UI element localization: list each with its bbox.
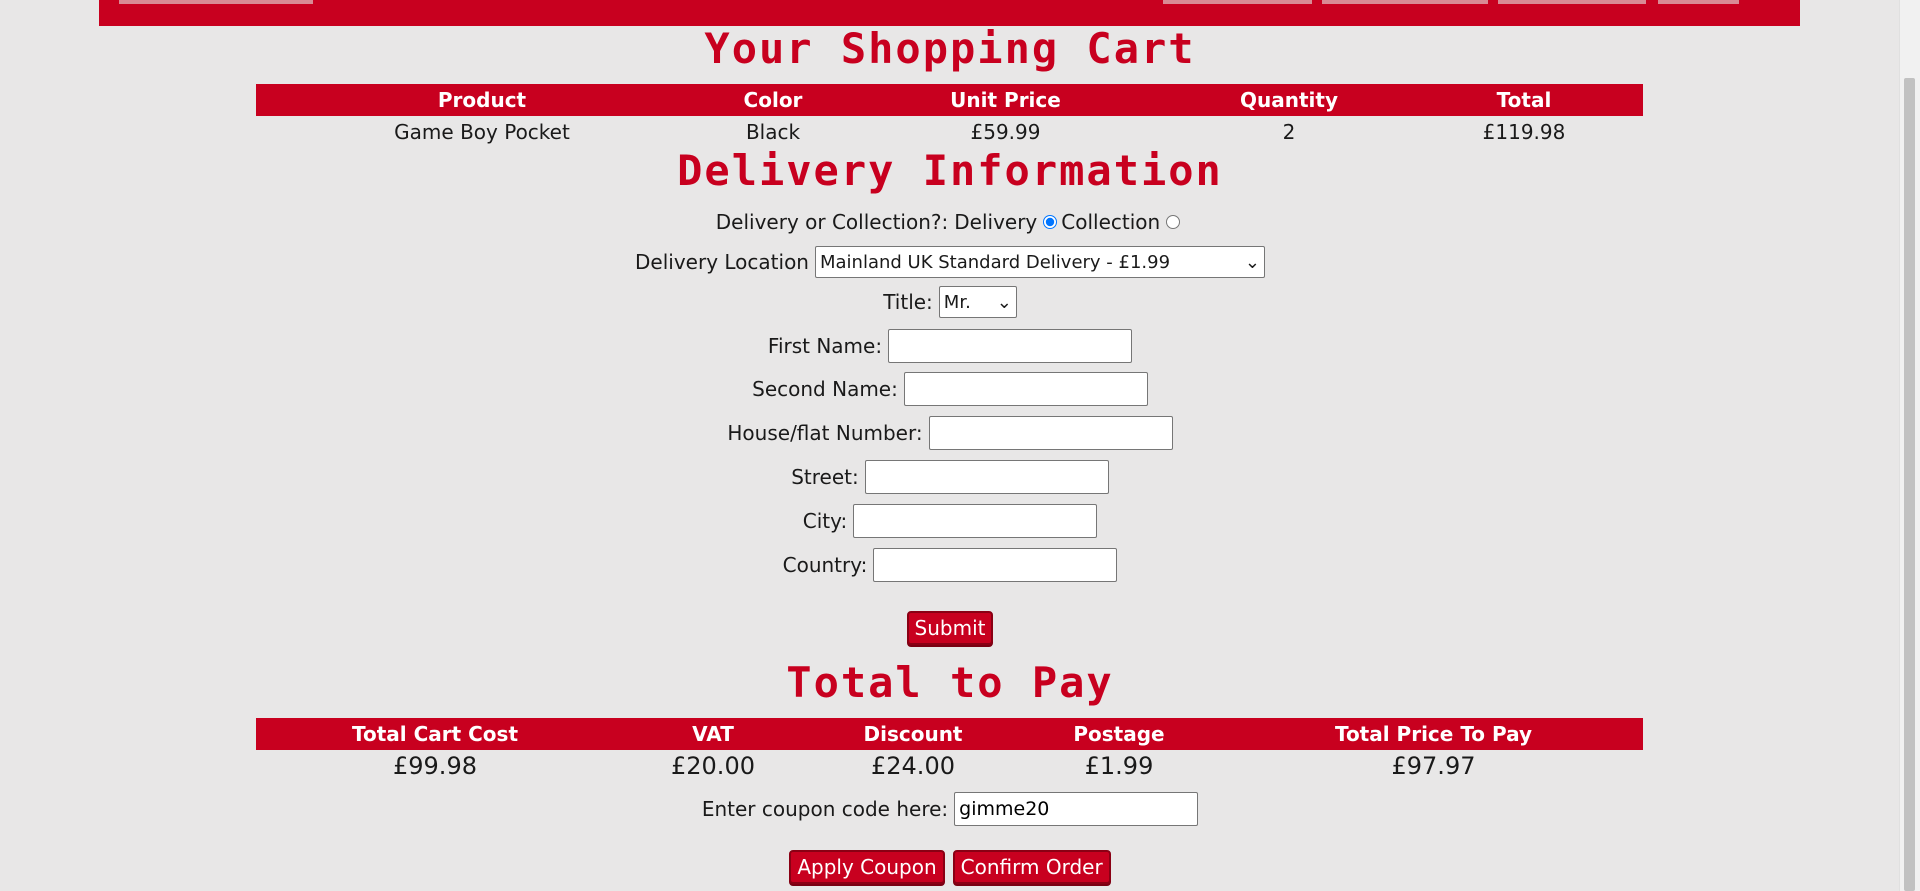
delivery-location-select[interactable]: Mainland UK Standard Delivery - £1.99 ⌄ <box>814 246 1265 278</box>
table-row: Game Boy Pocket Black £59.99 2 £119.98 <box>256 116 1643 148</box>
house-number-label: House/flat Number: <box>727 421 923 445</box>
cart-header-row: Product Color Unit Price Quantity Total <box>256 84 1643 116</box>
cart-cell-unit-price: £59.99 <box>970 120 1041 144</box>
submit-button[interactable]: Submit <box>906 611 994 645</box>
cart-table: Product Color Unit Price Quantity Total … <box>256 84 1643 148</box>
delivery-location-value: Mainland UK Standard Delivery - £1.99 <box>819 251 1171 273</box>
cart-header-quantity: Quantity <box>1173 84 1405 116</box>
title-value: Mr. <box>943 291 971 313</box>
first-name-row: First Name: <box>0 327 1900 365</box>
cart-header-color: Color <box>708 84 838 116</box>
title-label: Title: <box>883 290 933 314</box>
coupon-input[interactable] <box>954 792 1199 826</box>
title-row: Title: Mr. ⌄ <box>0 286 1900 318</box>
first-name-field[interactable] <box>888 329 1133 363</box>
street-field[interactable] <box>864 460 1109 494</box>
street-label: Street: <box>791 465 859 489</box>
collection-option-label: Collection <box>1061 210 1161 234</box>
table-row: £99.98 £20.00 £24.00 £1.99 £97.97 <box>256 750 1643 782</box>
apply-coupon-button[interactable]: Apply Coupon <box>789 850 945 884</box>
country-label: Country: <box>782 553 868 577</box>
cart-header-total: Total <box>1405 84 1643 116</box>
delivery-radio[interactable] <box>1043 215 1058 229</box>
totals-header-cart-cost: Total Cart Cost <box>256 718 614 750</box>
cart-heading: Your Shopping Cart <box>704 24 1196 73</box>
totals-header-postage: Postage <box>1014 718 1224 750</box>
totals-header-total-price: Total Price To Pay <box>1224 718 1643 750</box>
country-field[interactable] <box>873 548 1118 582</box>
total-heading: Total to Pay <box>786 658 1114 707</box>
house-number-row: House/flat Number: <box>0 414 1900 452</box>
nav-button[interactable] <box>1498 0 1646 4</box>
street-row: Street: <box>0 458 1900 496</box>
submit-row: Submit <box>0 610 1900 646</box>
cart-cell-product: Game Boy Pocket <box>394 120 570 144</box>
cart-header-unit-price: Unit Price <box>838 84 1173 116</box>
collection-radio[interactable] <box>1166 215 1181 229</box>
chevron-down-icon: ⌄ <box>1244 251 1260 273</box>
top-navigation-bar <box>99 0 1800 26</box>
first-name-label: First Name: <box>767 334 883 358</box>
coupon-actions-row: Apply Coupon Confirm Order <box>0 848 1900 886</box>
city-label: City: <box>802 509 848 533</box>
title-select[interactable]: Mr. ⌄ <box>938 286 1017 318</box>
delivery-option-label: Delivery <box>954 210 1038 234</box>
totals-total-price-value: £97.97 <box>1391 752 1476 780</box>
delivery-heading: Delivery Information <box>677 146 1223 195</box>
totals-discount-value: £24.00 <box>871 752 955 780</box>
nav-button[interactable] <box>1658 0 1739 4</box>
nav-button[interactable] <box>1322 0 1488 4</box>
house-number-field[interactable] <box>928 416 1173 450</box>
nav-button[interactable] <box>119 0 313 4</box>
confirm-order-button[interactable]: Confirm Order <box>952 850 1111 884</box>
city-field[interactable] <box>853 504 1098 538</box>
totals-postage-value: £1.99 <box>1084 752 1154 780</box>
country-row: Country: <box>0 546 1900 584</box>
coupon-row: Enter coupon code here: <box>0 790 1900 828</box>
delivery-location-label: Delivery Location <box>635 250 809 274</box>
cart-cell-total: £119.98 <box>1482 120 1566 144</box>
city-row: City: <box>0 502 1900 540</box>
vertical-scrollbar[interactable] <box>1899 0 1920 891</box>
second-name-row: Second Name: <box>0 370 1900 408</box>
totals-header-row: Total Cart Cost VAT Discount Postage Tot… <box>256 718 1643 750</box>
second-name-label: Second Name: <box>752 377 898 401</box>
delivery-location-row: Delivery Location Mainland UK Standard D… <box>0 246 1900 278</box>
totals-header-vat: VAT <box>614 718 812 750</box>
cart-cell-quantity: 2 <box>1282 120 1296 144</box>
scrollbar-thumb[interactable] <box>1904 78 1915 891</box>
totals-table: Total Cart Cost VAT Discount Postage Tot… <box>256 718 1643 782</box>
coupon-label: Enter coupon code here: <box>701 797 949 821</box>
totals-header-discount: Discount <box>812 718 1014 750</box>
nav-button[interactable] <box>1163 0 1312 4</box>
totals-vat-value: £20.00 <box>671 752 755 780</box>
cart-header-product: Product <box>256 84 708 116</box>
delivery-method-label: Delivery or Collection?: <box>715 210 949 234</box>
delivery-method-row: Delivery or Collection?: Delivery Collec… <box>0 208 1900 236</box>
chevron-down-icon: ⌄ <box>996 291 1012 313</box>
second-name-field[interactable] <box>903 372 1148 406</box>
totals-cart-cost-value: £99.98 <box>393 752 477 780</box>
cart-cell-color: Black <box>745 120 801 144</box>
